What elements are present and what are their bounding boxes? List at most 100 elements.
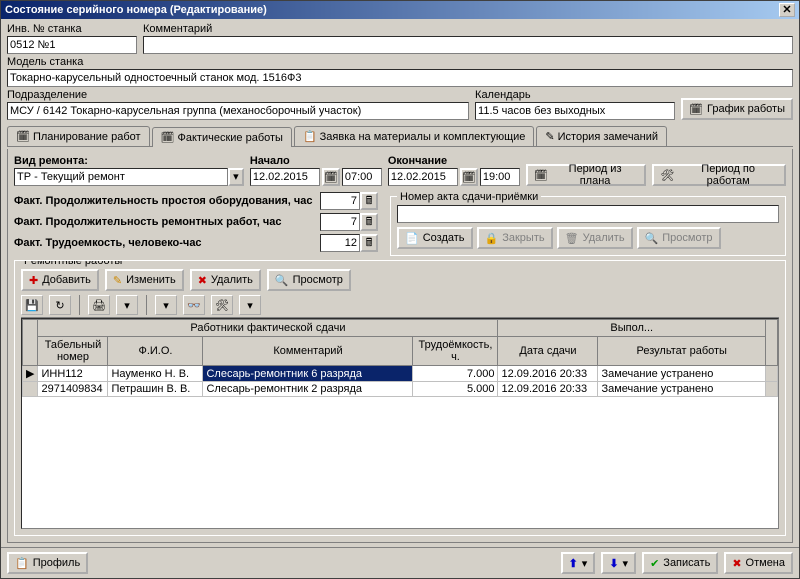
calc-icon[interactable]: 🖩 xyxy=(360,213,378,231)
tab-label: Планирование работ xyxy=(33,131,141,143)
table-row[interactable]: 2971409834 Петрашин В. В. Слесарь-ремонт… xyxy=(23,382,778,397)
col-fio[interactable]: Ф.И.О. xyxy=(108,337,203,366)
schedule-button-label: График работы xyxy=(707,103,785,115)
col-result[interactable]: Результат работы xyxy=(598,337,766,366)
repair-works-legend: Ремонтные работы xyxy=(21,260,779,267)
act-view-button[interactable]: 🔍Просмотр xyxy=(637,227,721,249)
tab-materials[interactable]: 📋Заявка на материалы и комплектующие xyxy=(294,126,534,146)
btn-label: Профиль xyxy=(33,557,81,569)
chevron-down-icon[interactable]: ▾ xyxy=(228,168,244,186)
profile-button[interactable]: 📋Профиль xyxy=(7,552,88,574)
cell-labor: 7.000 xyxy=(413,366,498,382)
chevron-down-icon[interactable]: ▾ xyxy=(116,295,138,315)
dept-label: Подразделение xyxy=(7,89,469,101)
tab-history[interactable]: ✎История замечаний xyxy=(536,126,667,146)
start-date-input[interactable] xyxy=(250,168,320,186)
table-row[interactable]: ▶ ИНН112 Науменко Н. В. Слесарь-ремонтни… xyxy=(23,366,778,382)
cancel-button[interactable]: ✖Отмена xyxy=(724,552,793,574)
cell-comment: Слесарь-ремонтник 6 разряда xyxy=(203,366,413,382)
btn-label: Просмотр xyxy=(662,232,712,244)
btn-label: Отмена xyxy=(746,557,785,569)
schedule-button[interactable]: 🗓 График работы xyxy=(681,98,793,120)
tabs: 🗓Планирование работ 🗓Фактические работы … xyxy=(7,126,793,147)
cell-date: 12.09.2016 20:33 xyxy=(498,382,598,397)
edit-button[interactable]: ✎Изменить xyxy=(105,269,184,291)
new-icon: 📄 xyxy=(405,232,419,245)
inv-input[interactable] xyxy=(7,36,137,54)
start-time-input[interactable] xyxy=(342,168,382,186)
move-down-button[interactable]: ⬇▾ xyxy=(601,552,636,574)
cell-fio: Петрашин В. В. xyxy=(108,382,203,397)
tab-planning[interactable]: 🗓Планирование работ xyxy=(7,126,150,146)
chevron-down-icon: ▾ xyxy=(623,557,629,570)
grid-body: ▶ ИНН112 Науменко Н. В. Слесарь-ремонтни… xyxy=(23,366,778,397)
tab-actual[interactable]: 🗓Фактические работы xyxy=(152,127,292,147)
chevron-down-icon[interactable]: ▾ xyxy=(239,295,261,315)
preview-icon: 🔍 xyxy=(645,232,659,245)
calendar-input[interactable] xyxy=(475,102,675,120)
pencil-icon: ✎ xyxy=(545,130,554,143)
inv-label: Инв. № станка xyxy=(7,23,137,35)
arrow-up-icon: ⬆ xyxy=(569,557,578,570)
repair-kind-select[interactable] xyxy=(14,168,228,186)
close-icon[interactable]: ✕ xyxy=(779,3,795,17)
calendar-label: Календарь xyxy=(475,89,675,101)
end-label: Окончание xyxy=(388,155,520,167)
btn-label: Просмотр xyxy=(293,274,343,286)
print-icon[interactable]: 🖨 xyxy=(88,295,110,315)
act-create-button[interactable]: 📄 Создать xyxy=(397,227,473,249)
labor-input[interactable] xyxy=(320,234,360,252)
lock-icon: 🔒 xyxy=(485,232,499,245)
col-comment[interactable]: Комментарий xyxy=(203,337,413,366)
calendar-icon[interactable]: 🗓 xyxy=(322,168,340,186)
period-work-button[interactable]: 🛠Период по работам xyxy=(652,164,786,186)
refresh-icon[interactable]: ↻ xyxy=(49,295,71,315)
start-label: Начало xyxy=(250,155,382,167)
act-close-button[interactable]: 🔒Закрыть xyxy=(477,227,553,249)
period-plan-button[interactable]: 🗓Период из плана xyxy=(526,164,646,186)
col-date[interactable]: Дата сдачи xyxy=(498,337,598,366)
btn-label: Создать xyxy=(423,232,465,244)
cell-labor: 5.000 xyxy=(413,382,498,397)
cell-date: 12.09.2016 20:33 xyxy=(498,366,598,382)
minus-icon: ✖ xyxy=(198,274,207,287)
view-button[interactable]: 🔍 Просмотр xyxy=(267,269,351,291)
check-icon: ✔ xyxy=(650,557,659,570)
schedule-icon: 🗓 xyxy=(689,103,703,116)
window-title: Состояние серийного номера (Редактирован… xyxy=(5,4,267,16)
col-tabno[interactable]: Табельный номер xyxy=(38,337,108,366)
act-legend: Номер акта сдачи-приёмки xyxy=(397,191,541,203)
col-labor[interactable]: Трудоёмкость, ч. xyxy=(413,337,498,366)
end-date-input[interactable] xyxy=(388,168,458,186)
preview-icon: 🔍 xyxy=(275,274,289,287)
downtime-input[interactable] xyxy=(320,192,360,210)
end-time-input[interactable] xyxy=(480,168,520,186)
calendar-icon[interactable]: 🗓 xyxy=(460,168,478,186)
calc-icon[interactable]: 🖩 xyxy=(360,192,378,210)
tab-label: Заявка на материалы и комплектующие xyxy=(320,131,526,143)
act-delete-button[interactable]: 🗑Удалить xyxy=(557,227,633,249)
model-input[interactable] xyxy=(7,69,793,87)
delete-button[interactable]: ✖ Удалить xyxy=(190,269,261,291)
btn-label: Удалить xyxy=(211,274,253,286)
downtime-label: Факт. Продолжительность простоя оборудов… xyxy=(14,195,314,207)
filter-icon[interactable]: ▾ xyxy=(155,295,177,315)
calc-icon[interactable]: 🖩 xyxy=(360,234,378,252)
grid-toolbar: 💾 ↻ 🖨 ▾ ▾ 👓 🛠 ▾ xyxy=(21,293,779,318)
workdur-input[interactable] xyxy=(320,213,360,231)
add-button[interactable]: ✚Добавить xyxy=(21,269,99,291)
trash-icon: 🗑 xyxy=(565,232,579,245)
calendar-icon: 🗓 xyxy=(16,130,30,143)
dept-input[interactable] xyxy=(7,102,469,120)
titlebar: Состояние серийного номера (Редактирован… xyxy=(1,1,799,19)
act-number-input[interactable] xyxy=(397,205,779,223)
save-button[interactable]: ✔Записать xyxy=(642,552,718,574)
move-up-button[interactable]: ⬆▾ xyxy=(561,552,596,574)
model-label: Модель станка xyxy=(7,56,793,68)
find-icon[interactable]: 👓 xyxy=(183,295,205,315)
plus-icon: ✚ xyxy=(29,274,38,287)
grid[interactable]: Работники фактической сдачи Выпол... Таб… xyxy=(21,318,779,529)
comment-input[interactable] xyxy=(143,36,793,54)
save-icon[interactable]: 💾 xyxy=(21,295,43,315)
tools-icon[interactable]: 🛠 xyxy=(211,295,233,315)
